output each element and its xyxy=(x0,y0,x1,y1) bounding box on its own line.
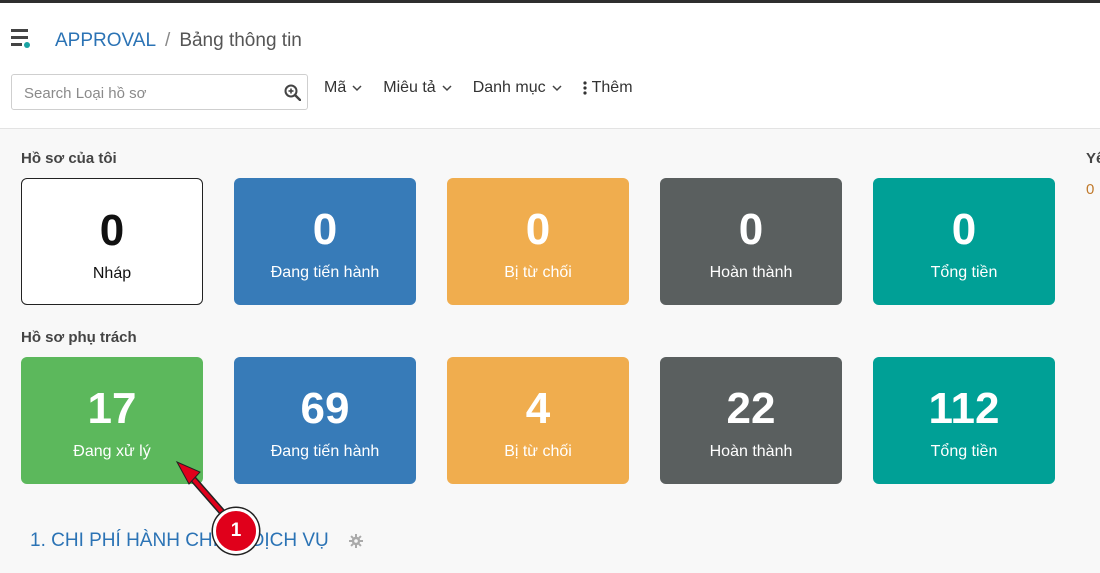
card-value: 0 xyxy=(312,205,338,254)
right-panel-value: 0 xyxy=(1086,181,1095,198)
breadcrumb-separator: / xyxy=(165,30,171,51)
assigned-processing-card[interactable]: 17 Đang xử lý xyxy=(21,357,203,484)
card-value: 0 xyxy=(951,205,977,254)
my-rejected-card[interactable]: 0 Bị từ chối xyxy=(447,178,629,305)
card-value: 17 xyxy=(87,384,137,433)
filter-code[interactable]: Mã xyxy=(324,79,362,97)
annotation-badge: 1 xyxy=(213,508,259,554)
right-panel-label: Yê xyxy=(1086,150,1100,167)
card-label: Hoàn thành xyxy=(709,264,793,281)
card-value: 0 xyxy=(99,206,125,255)
page-title: Bảng thông tin xyxy=(179,30,302,51)
breadcrumb-root-link[interactable]: APPROVAL xyxy=(55,30,156,52)
more-filters-label: Thêm xyxy=(591,79,633,96)
assigned-records-title: Hồ sơ phụ trách xyxy=(21,329,137,346)
filter-description[interactable]: Miêu tả xyxy=(383,79,452,97)
card-label: Tổng tiền xyxy=(930,443,998,460)
card-value: 4 xyxy=(525,384,551,433)
chevron-down-icon xyxy=(552,85,562,92)
section-title-link[interactable]: 1. CHI PHÍ HÀNH CHÍNH DỊCH VỤ xyxy=(30,530,329,552)
menu-icon[interactable] xyxy=(11,28,33,50)
my-records-title: Hồ sơ của tôi xyxy=(21,150,117,167)
assigned-completed-card[interactable]: 22 Hoàn thành xyxy=(660,357,842,484)
card-label: Đang tiến hành xyxy=(270,443,380,460)
card-label: Tổng tiền xyxy=(930,264,998,281)
filter-code-label: Mã xyxy=(324,79,347,96)
assigned-in-progress-card[interactable]: 69 Đang tiến hành xyxy=(234,357,416,484)
filter-category[interactable]: Danh mục xyxy=(473,79,562,97)
card-value: 22 xyxy=(726,384,776,433)
my-in-progress-card[interactable]: 0 Đang tiến hành xyxy=(234,178,416,305)
filter-category-label: Danh mục xyxy=(472,79,546,96)
filter-bar: Mã Miêu tả Danh mục Thêm xyxy=(324,79,654,97)
breadcrumb: APPROVAL / Bảng thông tin xyxy=(55,30,302,52)
card-label: Nháp xyxy=(92,265,132,282)
chevron-down-icon xyxy=(442,85,452,92)
card-label: Hoàn thành xyxy=(709,443,793,460)
assigned-total-card[interactable]: 112 Tổng tiền xyxy=(873,357,1055,484)
my-total-card[interactable]: 0 Tổng tiền xyxy=(873,178,1055,305)
search-input[interactable] xyxy=(22,75,276,111)
header: APPROVAL / Bảng thông tin Mã Miêu tả Dan… xyxy=(0,3,1100,129)
card-label: Đang xử lý xyxy=(73,443,151,460)
more-filters-button[interactable]: Thêm xyxy=(583,79,633,97)
my-completed-card[interactable]: 0 Hoàn thành xyxy=(660,178,842,305)
assigned-rejected-card[interactable]: 4 Bị từ chối xyxy=(447,357,629,484)
my-draft-card[interactable]: 0 Nháp xyxy=(21,178,203,305)
search-box xyxy=(11,74,308,111)
chevron-down-icon xyxy=(352,85,362,92)
card-value: 0 xyxy=(738,205,764,254)
card-label: Đang tiến hành xyxy=(270,264,380,281)
filter-description-label: Miêu tả xyxy=(383,79,436,96)
card-value: 0 xyxy=(525,205,551,254)
search-icon[interactable] xyxy=(284,84,301,101)
vertical-dots-icon xyxy=(583,81,587,95)
card-label: Bị từ chối xyxy=(504,443,572,460)
card-value: 112 xyxy=(928,384,1000,433)
card-label: Bị từ chối xyxy=(504,264,572,281)
card-value: 69 xyxy=(300,384,350,433)
gear-icon[interactable] xyxy=(349,534,363,548)
